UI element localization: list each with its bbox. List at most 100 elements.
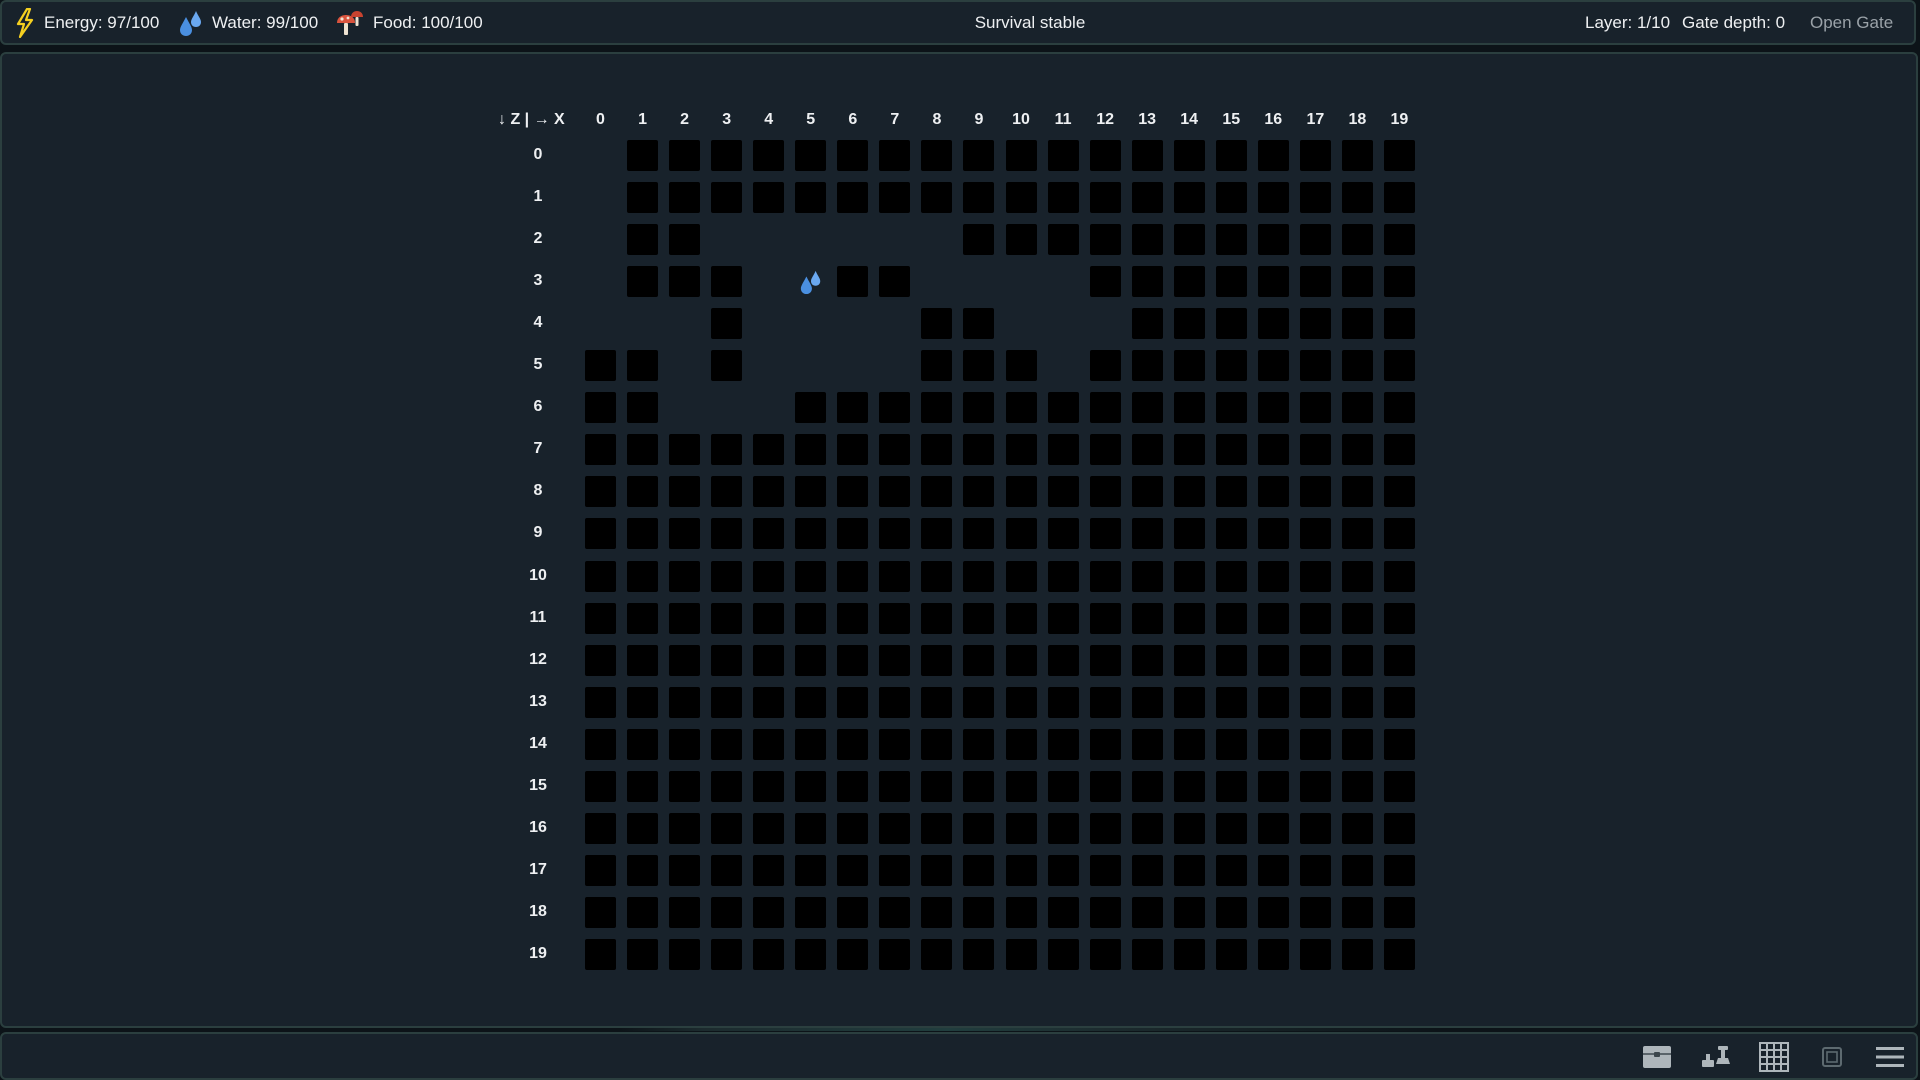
- map-tile[interactable]: [837, 812, 869, 844]
- map-tile[interactable]: [1005, 686, 1037, 718]
- map-tile[interactable]: [1131, 602, 1163, 634]
- map-tile[interactable]: [1131, 770, 1163, 802]
- map-tile[interactable]: [585, 854, 616, 886]
- map-tile[interactable]: [1089, 644, 1121, 676]
- map-tile[interactable]: [711, 938, 743, 970]
- map-tile[interactable]: [1131, 728, 1163, 760]
- map-tile[interactable]: [1341, 182, 1373, 214]
- map-tile[interactable]: [1299, 392, 1331, 424]
- map-tile[interactable]: [1257, 938, 1289, 970]
- map-tile[interactable]: [753, 812, 785, 844]
- map-tile[interactable]: [585, 434, 616, 466]
- map-tile[interactable]: [921, 686, 953, 718]
- map-tile[interactable]: [1257, 770, 1289, 802]
- map-tile[interactable]: [879, 392, 911, 424]
- map-tile[interactable]: [1131, 644, 1163, 676]
- map-tile[interactable]: [1257, 182, 1289, 214]
- map-tile[interactable]: [585, 896, 616, 928]
- map-tile[interactable]: [627, 938, 659, 970]
- map-tile[interactable]: [669, 602, 701, 634]
- map-tile[interactable]: [921, 728, 953, 760]
- map-tile[interactable]: [627, 434, 659, 466]
- map-tile[interactable]: [1047, 140, 1079, 171]
- map-tile[interactable]: [1089, 182, 1121, 214]
- map-tile[interactable]: [1089, 938, 1121, 970]
- map-tile[interactable]: [711, 308, 743, 340]
- map-tile[interactable]: [795, 686, 827, 718]
- map-tile[interactable]: [963, 350, 995, 382]
- map-tile[interactable]: [1383, 896, 1415, 928]
- map-tile[interactable]: [1047, 896, 1079, 928]
- map-tile[interactable]: [753, 182, 785, 214]
- map-tile[interactable]: [1341, 434, 1373, 466]
- map-tile[interactable]: [1047, 854, 1079, 886]
- map-tile[interactable]: [1131, 308, 1163, 340]
- map-tile[interactable]: [1173, 938, 1205, 970]
- map-tile[interactable]: [1131, 350, 1163, 382]
- map-tile[interactable]: [1131, 140, 1163, 171]
- map-tile[interactable]: [1131, 266, 1163, 298]
- map-tile[interactable]: [1341, 812, 1373, 844]
- map-tile[interactable]: [1299, 140, 1331, 171]
- map-tile[interactable]: [1089, 434, 1121, 466]
- map-tile[interactable]: [1299, 854, 1331, 886]
- map-tile[interactable]: [753, 644, 785, 676]
- map-tile[interactable]: [1215, 686, 1247, 718]
- map-tile[interactable]: [963, 560, 995, 592]
- map-tile[interactable]: [1131, 476, 1163, 508]
- map-tile[interactable]: [1257, 854, 1289, 886]
- map-tile[interactable]: [1005, 350, 1037, 382]
- map-tile[interactable]: [921, 644, 953, 676]
- book-icon[interactable]: [1815, 1042, 1849, 1072]
- map-tile[interactable]: [1341, 770, 1373, 802]
- map-tile[interactable]: [921, 182, 953, 214]
- map-tile[interactable]: [837, 392, 869, 424]
- map-tile[interactable]: [963, 518, 995, 550]
- chest-icon[interactable]: [1640, 1042, 1674, 1072]
- map-tile[interactable]: [585, 518, 616, 550]
- map-tile[interactable]: [627, 266, 659, 298]
- map-tile[interactable]: [1341, 476, 1373, 508]
- map-tile[interactable]: [879, 140, 911, 171]
- map-tile[interactable]: [963, 854, 995, 886]
- map-tile[interactable]: [963, 140, 995, 171]
- map-tile[interactable]: [1005, 770, 1037, 802]
- map-tile[interactable]: [1383, 644, 1415, 676]
- map-tile[interactable]: [1131, 224, 1163, 256]
- map-tile[interactable]: [1383, 938, 1415, 970]
- map-tile[interactable]: [1383, 854, 1415, 886]
- map-tile[interactable]: [1257, 266, 1289, 298]
- map-tile[interactable]: [1257, 644, 1289, 676]
- map-tile[interactable]: [1341, 854, 1373, 886]
- map-tile[interactable]: [1173, 518, 1205, 550]
- map-tile[interactable]: [837, 476, 869, 508]
- map-tile[interactable]: [1299, 350, 1331, 382]
- map-tile[interactable]: [1299, 560, 1331, 592]
- map-tile[interactable]: [753, 560, 785, 592]
- map-tile[interactable]: [1341, 686, 1373, 718]
- map-tile[interactable]: [1383, 266, 1415, 298]
- map-tile[interactable]: [585, 644, 616, 676]
- map-tile[interactable]: [711, 350, 743, 382]
- map-tile[interactable]: [1215, 644, 1247, 676]
- map-tile[interactable]: [795, 854, 827, 886]
- map-tile[interactable]: [1383, 560, 1415, 592]
- map-tile[interactable]: [1089, 560, 1121, 592]
- map-tile[interactable]: [963, 644, 995, 676]
- map-tile[interactable]: [1005, 392, 1037, 424]
- map-tile[interactable]: [795, 182, 827, 214]
- map-tile[interactable]: [711, 854, 743, 886]
- map-tile[interactable]: [1173, 644, 1205, 676]
- map-tile[interactable]: [1341, 308, 1373, 340]
- map-tile[interactable]: [1089, 812, 1121, 844]
- map-tile[interactable]: [1215, 728, 1247, 760]
- map-tile[interactable]: [1005, 728, 1037, 760]
- map-tile[interactable]: [1383, 392, 1415, 424]
- map-tile[interactable]: [711, 896, 743, 928]
- map-tile[interactable]: [627, 392, 659, 424]
- map-tile[interactable]: [1047, 938, 1079, 970]
- map-tile[interactable]: [1215, 308, 1247, 340]
- map-tile[interactable]: [1341, 560, 1373, 592]
- map-tile[interactable]: [1131, 560, 1163, 592]
- map-tile[interactable]: [1257, 896, 1289, 928]
